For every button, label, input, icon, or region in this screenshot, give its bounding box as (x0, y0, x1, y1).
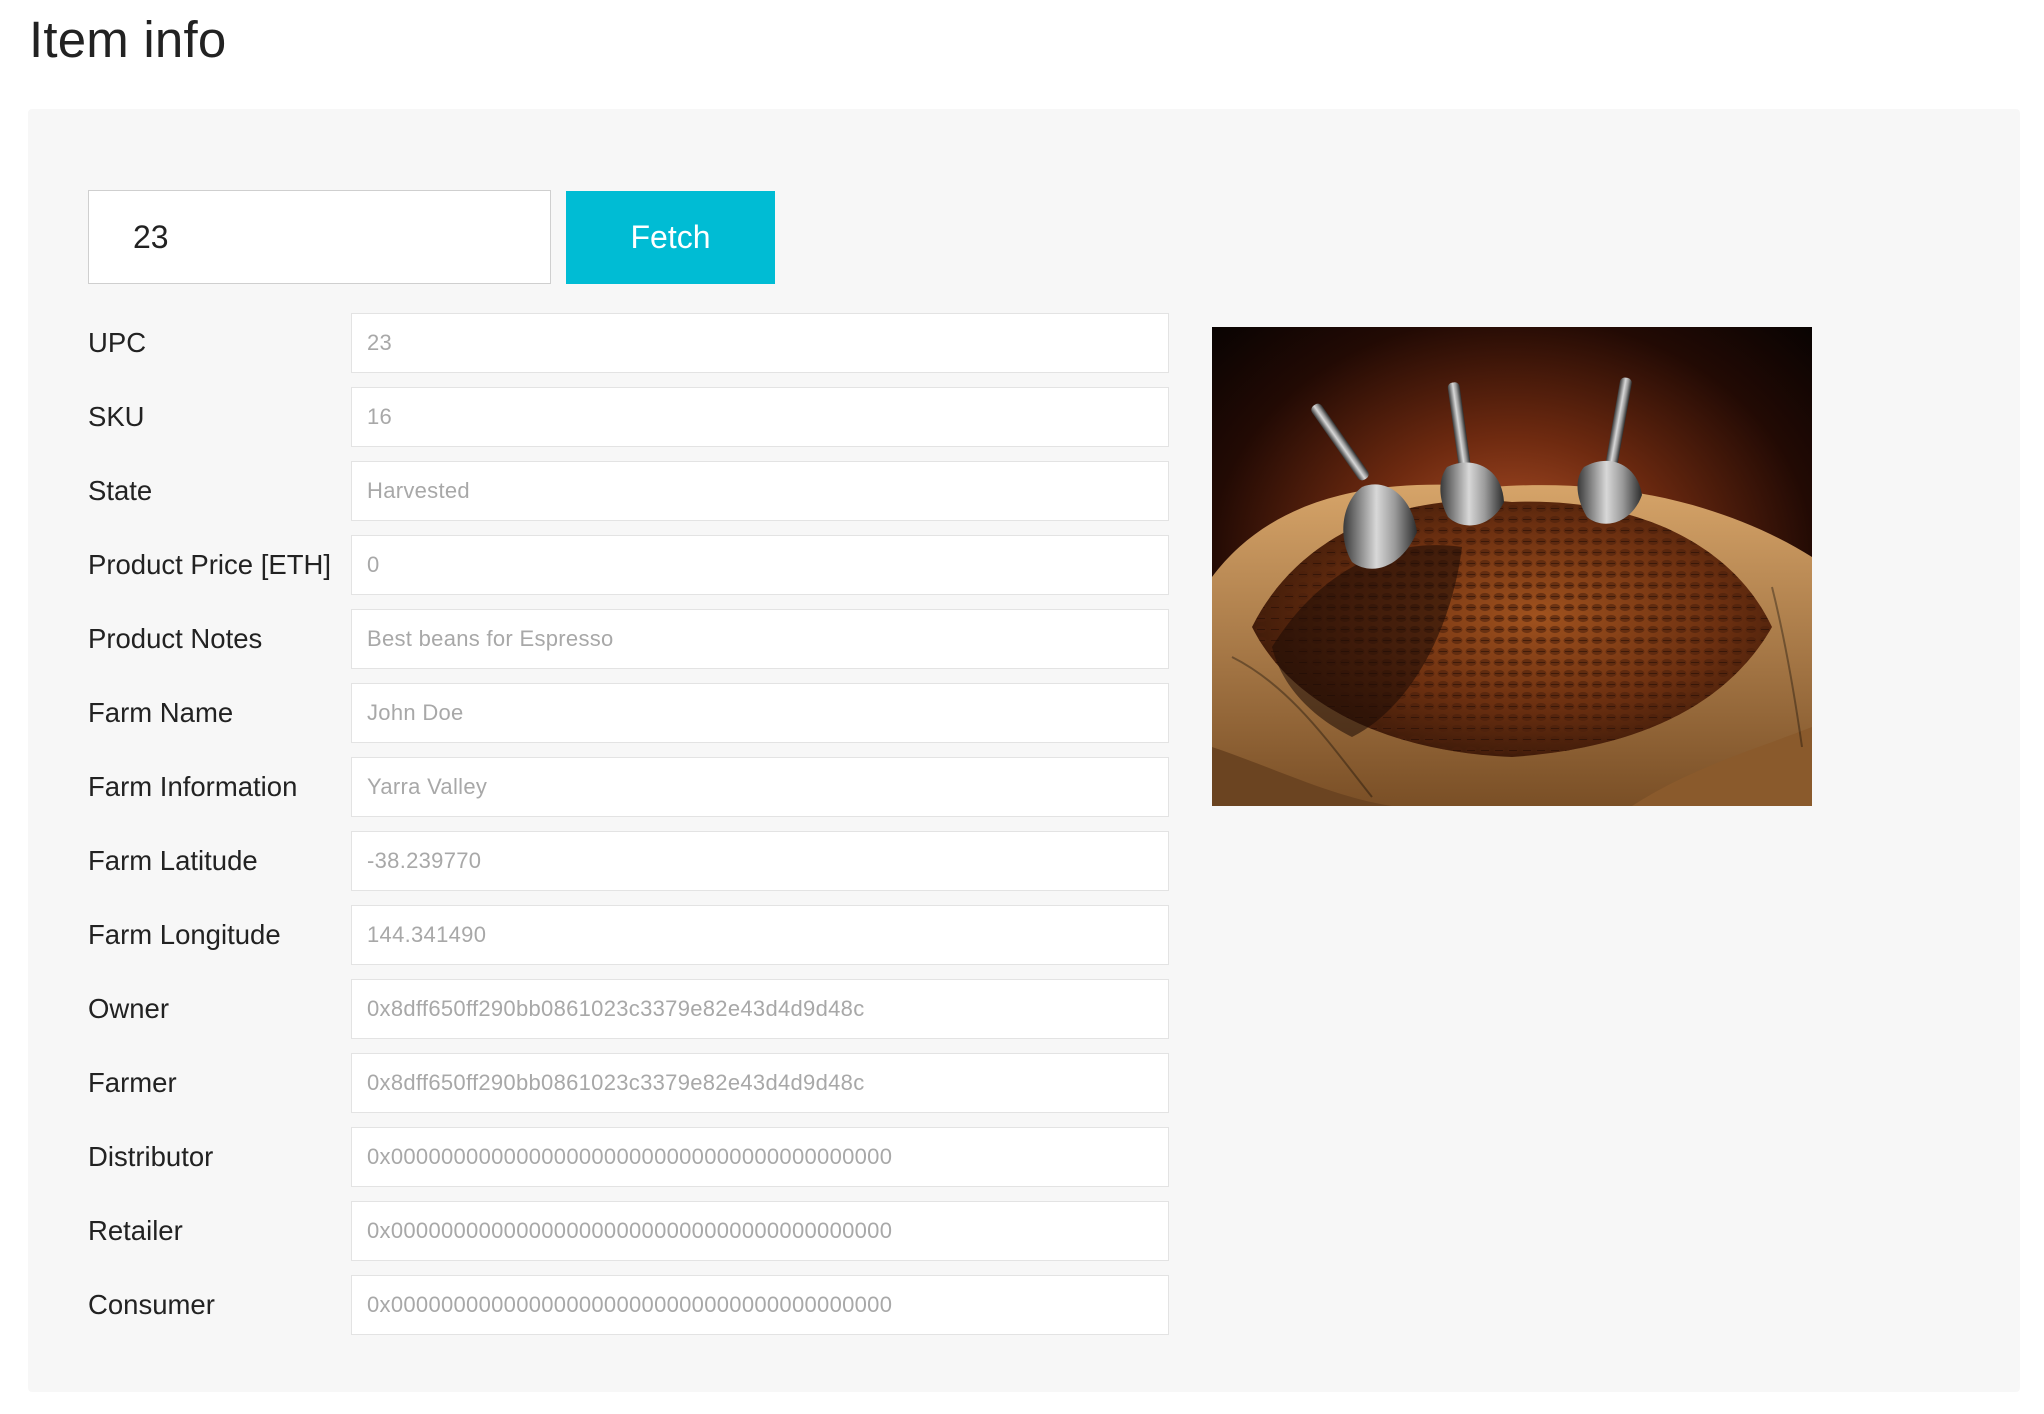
field-label: Distributor (88, 1141, 214, 1172)
field-row-distributor: Distributor (88, 1127, 1198, 1187)
owner-field[interactable] (351, 979, 1169, 1039)
field-label: Product Notes (88, 623, 263, 654)
page-title: Item info (29, 11, 227, 68)
coffee-beans-image (1212, 327, 1812, 806)
upc-search-input[interactable] (88, 190, 551, 284)
fetch-button[interactable]: Fetch (566, 191, 775, 284)
upc-field[interactable] (351, 313, 1169, 373)
field-row-upc: UPC (88, 313, 1198, 373)
field-row-farm-name: Farm Name (88, 683, 1198, 743)
field-row-farm-latitude: Farm Latitude (88, 831, 1198, 891)
field-row-farm-information: Farm Information (88, 757, 1198, 817)
field-row-state: State (88, 461, 1198, 521)
field-row-farm-longitude: Farm Longitude (88, 905, 1198, 965)
field-label: Farm Information (88, 771, 298, 802)
field-label: Farm Longitude (88, 919, 281, 950)
field-label: Farm Latitude (88, 845, 258, 876)
field-row-product-notes: Product Notes (88, 609, 1198, 669)
field-label: Farm Name (88, 697, 234, 728)
field-label: Farmer (88, 1067, 177, 1098)
distributor-field[interactable] (351, 1127, 1169, 1187)
field-label: UPC (88, 327, 147, 358)
farm-name-field[interactable] (351, 683, 1169, 743)
field-label: Owner (88, 993, 169, 1024)
product-notes-field[interactable] (351, 609, 1169, 669)
field-row-product-price: Product Price [ETH] (88, 535, 1198, 595)
farm-longitude-field[interactable] (351, 905, 1169, 965)
field-row-sku: SKU (88, 387, 1198, 447)
field-label: SKU (88, 401, 145, 432)
field-label: Retailer (88, 1215, 183, 1246)
farmer-field[interactable] (351, 1053, 1169, 1113)
product-price-field[interactable] (351, 535, 1169, 595)
field-row-farmer: Farmer (88, 1053, 1198, 1113)
field-label: Consumer (88, 1289, 215, 1320)
field-label: State (88, 475, 153, 506)
state-field[interactable] (351, 461, 1169, 521)
item-info-panel: Fetch UPC SKU State Product Price [ETH] … (28, 109, 2020, 1392)
field-row-retailer: Retailer (88, 1201, 1198, 1261)
consumer-field[interactable] (351, 1275, 1169, 1335)
farm-information-field[interactable] (351, 757, 1169, 817)
retailer-field[interactable] (351, 1201, 1169, 1261)
field-row-owner: Owner (88, 979, 1198, 1039)
field-label: Product Price [ETH] (88, 549, 331, 580)
farm-latitude-field[interactable] (351, 831, 1169, 891)
field-row-consumer: Consumer (88, 1275, 1198, 1335)
sku-field[interactable] (351, 387, 1169, 447)
